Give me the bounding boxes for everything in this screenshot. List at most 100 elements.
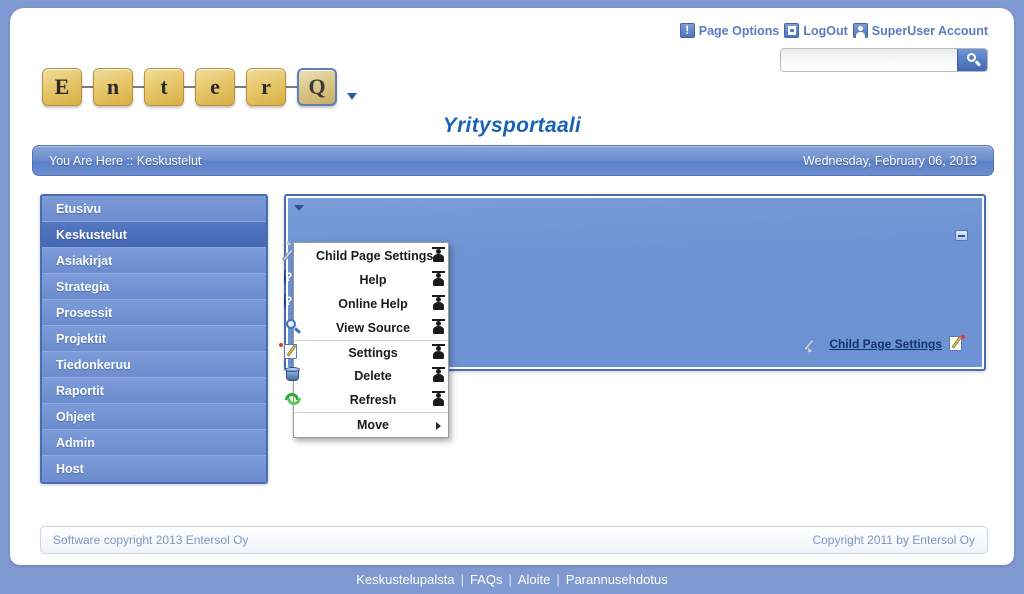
breadcrumb: You Are Here :: Keskustelut — [49, 153, 202, 168]
logo-tile-e: e — [195, 68, 235, 106]
menu-left-icon — [284, 269, 304, 290]
menu-item-help[interactable]: Help — [284, 268, 448, 292]
footer-left-text: Software copyright 2013 Entersol Oy — [53, 533, 249, 547]
bottom-nav-link-aloite[interactable]: Aloite — [518, 572, 551, 587]
utility-link-label: Page Options — [698, 23, 780, 38]
menu-left-icon — [284, 390, 304, 410]
sidebar-item-label: Etusivu — [56, 201, 102, 216]
search-input[interactable] — [781, 49, 957, 71]
menu-item-delete[interactable]: Delete — [285, 364, 448, 388]
sidebar-item-label: Host — [56, 462, 84, 476]
exclamation-icon — [679, 22, 695, 39]
sidebar-item-label: Asiakirjat — [56, 253, 113, 268]
menu-left-icon — [281, 240, 304, 266]
breadcrumb-bar: You Are Here :: Keskustelut Wednesday, F… — [32, 145, 994, 176]
help-icon — [284, 293, 286, 309]
sidebar-item-label: Projektit — [56, 331, 107, 346]
menu-item-label: Delete — [354, 369, 392, 383]
sidebar-item-label: Admin — [56, 435, 95, 450]
pencil-icon — [803, 336, 822, 354]
edit-notepad-icon[interactable] — [949, 335, 966, 353]
sidebar-item-strategia[interactable]: Strategia — [42, 274, 266, 300]
chevron-down-icon[interactable] — [347, 93, 357, 100]
logo-tile-q: Q — [297, 68, 337, 106]
utility-link-logout[interactable]: LogOut — [784, 23, 848, 38]
menu-left-icon — [279, 343, 304, 363]
context-menu[interactable]: Child Page Settings Help Online Help View S… — [279, 240, 449, 438]
sidebar-item-label: Tiedonkeruu — [56, 357, 131, 372]
sidebar-nav: Etusivu Keskustelut Asiakirjat Strategia Pro… — [40, 194, 268, 484]
menu-right-icon — [432, 391, 445, 407]
chevron-down-icon[interactable] — [294, 205, 304, 211]
search-box[interactable] — [780, 48, 988, 72]
user-icon — [852, 23, 868, 38]
search-handle — [974, 60, 982, 67]
menu-left-icon — [284, 366, 304, 386]
minimize-icon[interactable] — [955, 230, 968, 241]
sidebar-item-projektit[interactable]: Projektit — [42, 326, 266, 352]
utility-link-page-options[interactable]: Page Options — [679, 22, 780, 39]
menu-left-icon — [284, 293, 304, 314]
menu-item-settings[interactable]: Settings — [279, 340, 448, 364]
menu-right-icon — [432, 344, 445, 360]
sidebar-item-asiakirjat[interactable]: Asiakirjat — [42, 248, 266, 274]
sidebar-item-label: Raportit — [56, 383, 104, 398]
sidebar-item-keskustelut[interactable]: Keskustelut — [42, 222, 266, 248]
page-shell: Page Options LogOut SuperUser Account Ente… — [10, 8, 1014, 565]
help-icon — [284, 269, 286, 285]
sidebar-item-admin[interactable]: Admin — [42, 430, 266, 456]
menu-item-move[interactable]: Move — [294, 412, 448, 436]
logo-tile-e: E — [42, 68, 82, 106]
site-logo[interactable]: EnterQ — [42, 68, 357, 106]
menu-item-online-help[interactable]: Online Help — [284, 292, 448, 316]
menu-item-view-source[interactable]: View Source — [286, 316, 448, 340]
bottom-nav-link-parannusehdotus[interactable]: Parannusehdotus — [566, 572, 668, 587]
child-page-settings-label[interactable]: Child Page Settings — [829, 337, 942, 351]
sidebar-item-host[interactable]: Host — [42, 456, 266, 482]
bottom-nav-link-faqs[interactable]: FAQs — [470, 572, 503, 587]
sidebar-item-raportit[interactable]: Raportit — [42, 378, 266, 404]
search-icon[interactable] — [957, 49, 987, 71]
sidebar-item-prosessit[interactable]: Prosessit — [42, 300, 266, 326]
child-page-settings-link[interactable]: Child Page Settings — [803, 335, 966, 354]
menu-right-icon — [432, 319, 445, 335]
logout-door-icon — [784, 23, 800, 38]
sidebar-item-tiedonkeruu[interactable]: Tiedonkeruu — [42, 352, 266, 378]
menu-item-label: Child Page Settings — [316, 249, 434, 263]
utility-link-label: SuperUser Account — [871, 23, 988, 38]
footer-bar: Software copyright 2013 Entersol Oy Copy… — [40, 526, 988, 554]
sidebar-item-etusivu[interactable]: Etusivu — [42, 196, 266, 222]
menu-item-refresh[interactable]: Refresh — [285, 388, 448, 412]
logo-tile-n: n — [93, 68, 133, 106]
menu-left-icon — [284, 318, 304, 338]
menu-right-icon — [432, 271, 445, 287]
bottom-nav-separator: | — [508, 572, 512, 587]
menu-item-label: View Source — [335, 321, 411, 335]
logo-tile-r: r — [246, 68, 286, 106]
footer-right-text: Copyright 2011 by Entersol Oy — [812, 533, 975, 547]
sidebar-item-label: Keskustelut — [56, 227, 127, 242]
page-title: Yritysportaali — [442, 114, 582, 137]
main-area: Etusivu Keskustelut Asiakirjat Strategia Pro… — [32, 194, 994, 519]
sidebar-item-ohjeet[interactable]: Ohjeet — [42, 404, 266, 430]
menu-item-label: Move — [357, 417, 389, 432]
bottom-nav-link-keskustelupalsta[interactable]: Keskustelupalsta — [356, 572, 454, 587]
submenu-arrow-icon — [436, 422, 441, 430]
menu-right-icon — [432, 295, 445, 311]
bottom-nav-separator: | — [460, 572, 464, 587]
utility-link-label: LogOut — [803, 23, 848, 38]
menu-item-label: Refresh — [349, 393, 397, 407]
sidebar-item-label: Ohjeet — [56, 409, 95, 424]
menu-right-icon — [432, 367, 445, 383]
utility-links: Page Options LogOut SuperUser Account — [679, 22, 988, 39]
menu-item-child-page-settings[interactable]: Child Page Settings — [281, 240, 448, 268]
menu-item-label: Online Help — [338, 297, 408, 311]
utility-link-superuser-account[interactable]: SuperUser Account — [852, 23, 988, 38]
menu-item-label: Help — [359, 273, 387, 287]
menu-item-label: Settings — [348, 345, 398, 360]
current-date: Wednesday, February 06, 2013 — [803, 153, 977, 168]
menu-right-icon — [432, 247, 445, 263]
sidebar-item-label: Strategia — [56, 279, 110, 294]
bottom-nav-separator: | — [556, 572, 560, 587]
logo-tile-t: t — [144, 68, 184, 106]
